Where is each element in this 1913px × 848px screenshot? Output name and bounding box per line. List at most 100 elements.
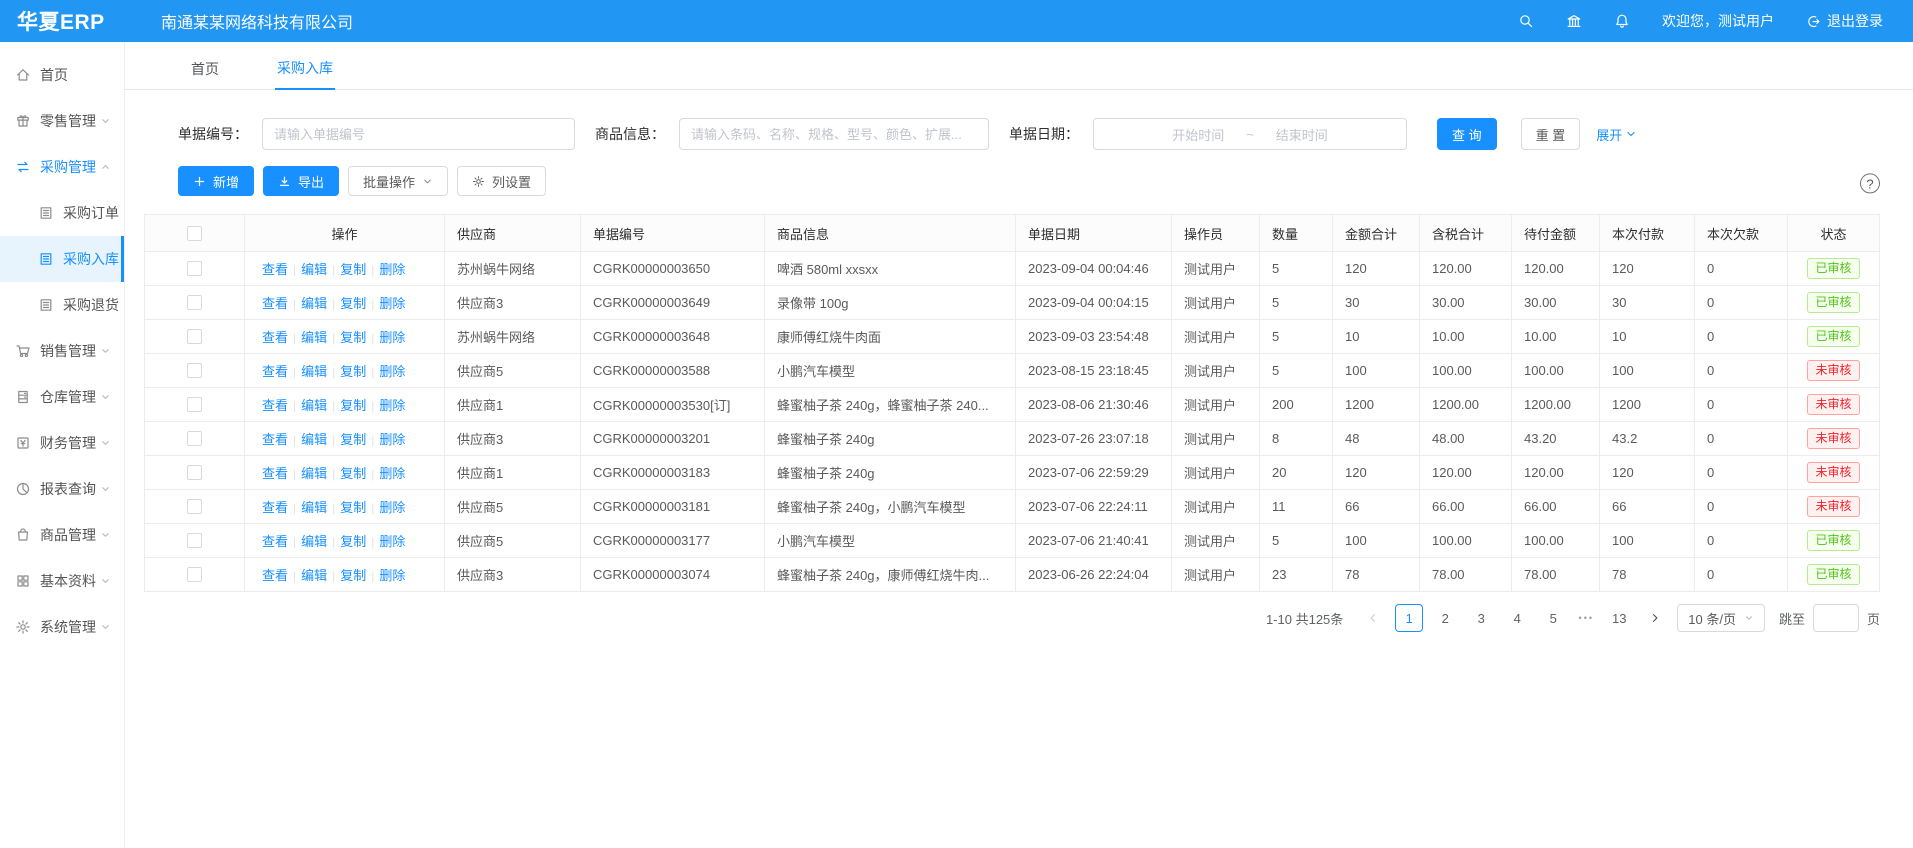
- chevron-up-icon: [100, 162, 111, 173]
- copy-link[interactable]: 复制: [340, 364, 366, 379]
- edit-link[interactable]: 编辑: [301, 466, 327, 481]
- column-settings-button[interactable]: 列设置: [457, 166, 546, 196]
- action-toolbar: 新增 导出 批量操作 列设置 ?: [125, 166, 1913, 196]
- delete-link[interactable]: 删除: [379, 296, 405, 311]
- page-3-button[interactable]: 3: [1467, 604, 1495, 632]
- select-all-checkbox[interactable]: [187, 226, 202, 241]
- help-icon[interactable]: ?: [1860, 173, 1880, 193]
- expand-link[interactable]: 展开: [1596, 125, 1637, 144]
- row-checkbox[interactable]: [187, 295, 202, 310]
- search-icon[interactable]: [1518, 13, 1534, 29]
- sidebar-item-purchase-return[interactable]: 采购退货: [0, 282, 124, 328]
- prev-page-button[interactable]: [1359, 604, 1387, 632]
- notification-bell-icon[interactable]: [1614, 13, 1630, 29]
- view-link[interactable]: 查看: [262, 364, 288, 379]
- pay-due-cell: 120.00: [1512, 456, 1600, 490]
- edit-link[interactable]: 编辑: [301, 534, 327, 549]
- search-button[interactable]: 查 询: [1437, 118, 1497, 150]
- row-checkbox[interactable]: [187, 567, 202, 582]
- next-page-button[interactable]: [1641, 604, 1669, 632]
- sidebar-item-goods[interactable]: 商品管理: [0, 512, 124, 558]
- table-row: 查看|编辑|复制|删除供应商5CGRK00000003177小鹏汽车模型2023…: [145, 524, 1880, 558]
- sidebar-item-report[interactable]: 报表查询: [0, 466, 124, 512]
- sidebar-item-retail[interactable]: 零售管理: [0, 98, 124, 144]
- view-link[interactable]: 查看: [262, 330, 288, 345]
- copy-link[interactable]: 复制: [340, 534, 366, 549]
- view-link[interactable]: 查看: [262, 500, 288, 515]
- sidebar-item-finance[interactable]: 财务管理: [0, 420, 124, 466]
- delete-link[interactable]: 删除: [379, 398, 405, 413]
- bill-no-input[interactable]: [262, 118, 575, 150]
- batch-operations-button[interactable]: 批量操作: [348, 166, 448, 196]
- copy-link[interactable]: 复制: [340, 466, 366, 481]
- add-button[interactable]: 新增: [178, 166, 254, 196]
- item-info-input[interactable]: [679, 118, 989, 150]
- jump-page-input[interactable]: [1813, 604, 1859, 632]
- view-link[interactable]: 查看: [262, 432, 288, 447]
- sidebar-item-warehouse[interactable]: 仓库管理: [0, 374, 124, 420]
- edit-link[interactable]: 编辑: [301, 500, 327, 515]
- row-checkbox[interactable]: [187, 465, 202, 480]
- copy-link[interactable]: 复制: [340, 432, 366, 447]
- sidebar-item-home[interactable]: 首页: [0, 52, 124, 98]
- row-checkbox[interactable]: [187, 397, 202, 412]
- delete-link[interactable]: 删除: [379, 534, 405, 549]
- edit-link[interactable]: 编辑: [301, 568, 327, 583]
- row-checkbox[interactable]: [187, 533, 202, 548]
- bill-date-range-input[interactable]: 开始时间 ~ 结束时间: [1093, 118, 1407, 150]
- delete-link[interactable]: 删除: [379, 466, 405, 481]
- sidebar-item-system[interactable]: 系统管理: [0, 604, 124, 650]
- sidebar-item-sales[interactable]: 销售管理: [0, 328, 124, 374]
- page-5-button[interactable]: 5: [1539, 604, 1567, 632]
- row-checkbox[interactable]: [187, 431, 202, 446]
- export-button[interactable]: 导出: [263, 166, 339, 196]
- copy-link[interactable]: 复制: [340, 330, 366, 345]
- edit-link[interactable]: 编辑: [301, 262, 327, 277]
- page-2-button[interactable]: 2: [1431, 604, 1459, 632]
- page-1-button[interactable]: 1: [1395, 604, 1423, 632]
- sidebar-item-purchase[interactable]: 采购管理: [0, 144, 124, 190]
- delete-link[interactable]: 删除: [379, 262, 405, 277]
- logout-button[interactable]: 退出登录: [1806, 11, 1883, 31]
- view-link[interactable]: 查看: [262, 262, 288, 277]
- view-link[interactable]: 查看: [262, 466, 288, 481]
- edit-link[interactable]: 编辑: [301, 330, 327, 345]
- copy-link[interactable]: 复制: [340, 500, 366, 515]
- row-checkbox[interactable]: [187, 329, 202, 344]
- edit-link[interactable]: 编辑: [301, 296, 327, 311]
- row-checkbox[interactable]: [187, 363, 202, 378]
- page-13-button[interactable]: 13: [1605, 604, 1633, 632]
- sidebar-item-purchase-order[interactable]: 采购订单: [0, 190, 124, 236]
- action-separator: |: [332, 569, 335, 583]
- page-4-button[interactable]: 4: [1503, 604, 1531, 632]
- row-checkbox[interactable]: [187, 499, 202, 514]
- delete-link[interactable]: 删除: [379, 500, 405, 515]
- delete-link[interactable]: 删除: [379, 364, 405, 379]
- edit-link[interactable]: 编辑: [301, 432, 327, 447]
- pagination-ellipsis[interactable]: •••: [1575, 613, 1597, 623]
- delete-link[interactable]: 删除: [379, 432, 405, 447]
- pay-due-cell: 100.00: [1512, 524, 1600, 558]
- delete-link[interactable]: 删除: [379, 568, 405, 583]
- edit-link[interactable]: 编辑: [301, 398, 327, 413]
- copy-link[interactable]: 复制: [340, 262, 366, 277]
- edit-link[interactable]: 编辑: [301, 364, 327, 379]
- bank-icon[interactable]: [1566, 13, 1582, 29]
- status-badge: 未审核: [1807, 428, 1859, 449]
- reset-button[interactable]: 重 置: [1521, 118, 1581, 150]
- view-link[interactable]: 查看: [262, 296, 288, 311]
- sidebar-item-basic[interactable]: 基本资料: [0, 558, 124, 604]
- tab-purchase-inbound[interactable]: 采购入库: [275, 58, 335, 90]
- view-link[interactable]: 查看: [262, 534, 288, 549]
- view-link[interactable]: 查看: [262, 398, 288, 413]
- delete-link[interactable]: 删除: [379, 330, 405, 345]
- view-link[interactable]: 查看: [262, 568, 288, 583]
- row-checkbox[interactable]: [187, 261, 202, 276]
- copy-link[interactable]: 复制: [340, 398, 366, 413]
- copy-link[interactable]: 复制: [340, 296, 366, 311]
- sidebar-item-purchase-inbound[interactable]: 采购入库: [0, 236, 124, 282]
- copy-link[interactable]: 复制: [340, 568, 366, 583]
- tab-home[interactable]: 首页: [189, 59, 221, 89]
- page-size-select[interactable]: 10 条/页: [1677, 604, 1765, 632]
- row-select-cell: [145, 490, 245, 524]
